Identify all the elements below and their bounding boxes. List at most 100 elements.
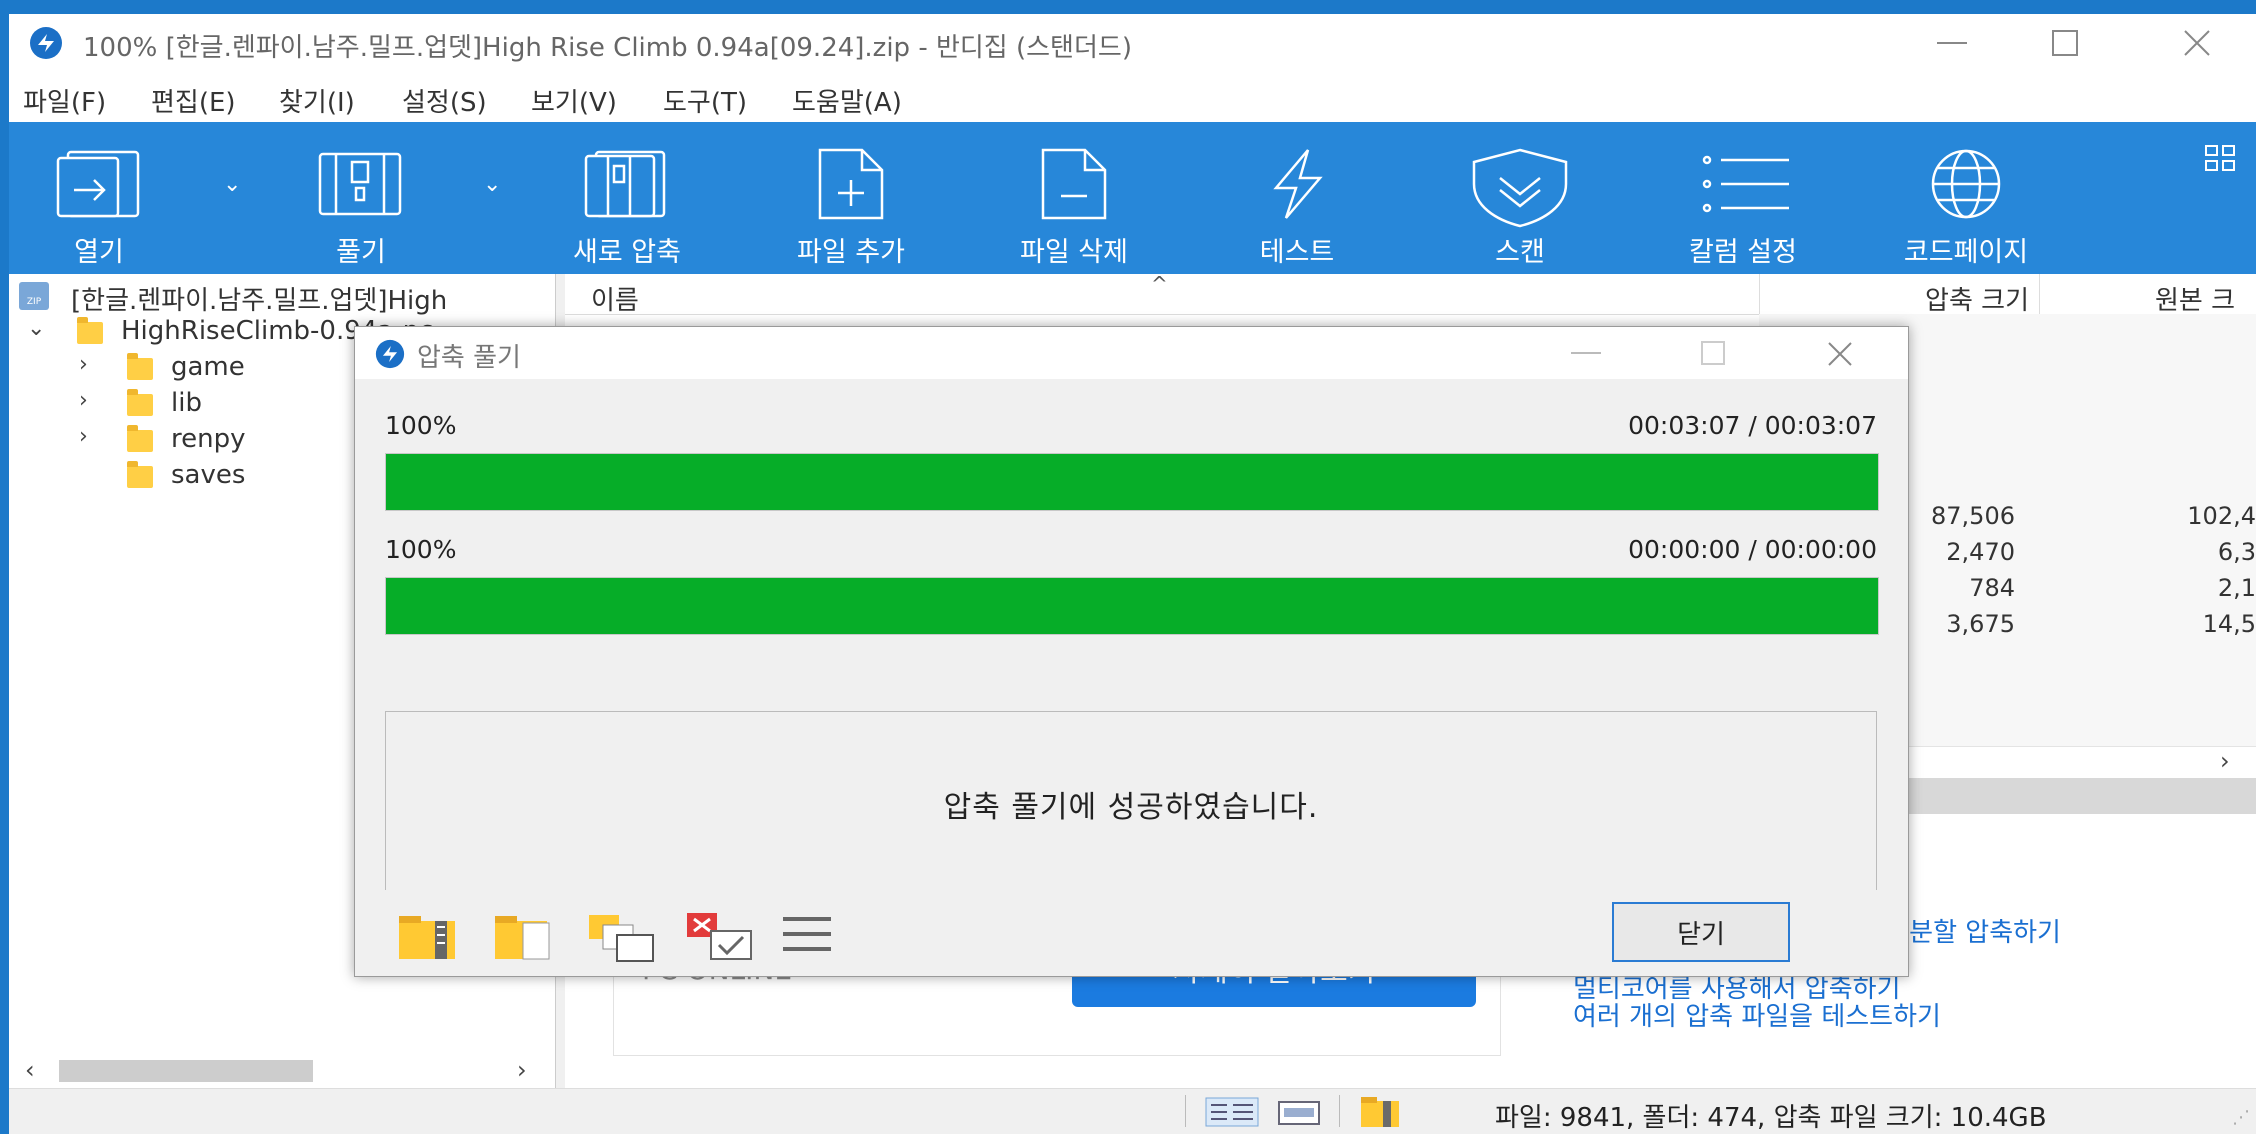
maximize-icon xyxy=(2052,30,2078,56)
status-text: 파일: 9841, 폴더: 474, 압축 파일 크기: 10.4GB xyxy=(1495,1103,2047,1133)
progress-bar-current xyxy=(385,577,1879,635)
toolbar-open-button[interactable]: 열기 xyxy=(0,122,199,274)
toolbar-new-archive-button[interactable]: 새로 압축 xyxy=(527,122,727,274)
extract-dialog: 압축 풀기 100% 00:03:07 / 00:03:07 100% 00:0… xyxy=(354,326,1909,977)
details-view-icon[interactable] xyxy=(1205,1097,1259,1127)
close-icon[interactable] xyxy=(1827,341,1853,367)
toolbar-add-file-label: 파일 추가 xyxy=(797,237,905,268)
promo-link-test-multiple[interactable]: 여러 개의 압축 파일을 테스트하기 xyxy=(1573,996,1941,1033)
archive-folder-icon[interactable] xyxy=(1359,1093,1403,1129)
expand-icon[interactable]: › xyxy=(79,424,88,449)
original-column-bg xyxy=(2039,314,2256,746)
new-archive-icon xyxy=(584,150,666,218)
menu-icon[interactable] xyxy=(781,913,833,955)
progress1-percent: 100% xyxy=(385,411,457,440)
menu-tools[interactable]: 도구(T) xyxy=(663,82,747,119)
toolbar-extract-button[interactable]: 풀기 xyxy=(261,122,461,274)
bandizip-icon xyxy=(375,339,405,369)
folder-icon xyxy=(127,353,153,380)
tree-item-label: saves xyxy=(171,460,246,490)
tree-item-label: lib xyxy=(171,388,202,418)
dialog-title-bar[interactable]: 압축 풀기 xyxy=(355,327,1908,379)
close-window-button[interactable] xyxy=(2152,14,2242,72)
toolbar-add-file-button[interactable]: 파일 추가 xyxy=(751,122,951,274)
bandizip-icon xyxy=(30,27,62,59)
scan-icon xyxy=(1472,148,1568,228)
open-dropdown-button[interactable]: ⌄ xyxy=(223,172,241,197)
minimize-icon xyxy=(1937,42,1967,44)
toolbar-scan-label: 스캔 xyxy=(1495,237,1545,268)
maximize-button[interactable] xyxy=(2020,14,2110,72)
progress-bar-total xyxy=(385,453,1879,511)
expand-icon[interactable]: › xyxy=(79,388,88,413)
progress-bar-total-fill xyxy=(386,454,1878,510)
tree-root-label: [한글.렌파이.남주.밀프.업뎃]High xyxy=(71,286,448,316)
menu-view[interactable]: 보기(V) xyxy=(531,82,617,119)
menu-file[interactable]: 파일(F) xyxy=(23,82,106,119)
copy-files-icon[interactable] xyxy=(587,911,659,963)
column-original-header[interactable]: 원본 크 xyxy=(2155,280,2235,317)
progress2-percent: 100% xyxy=(385,535,457,564)
toolbar-test-label: 테스트 xyxy=(1259,237,1335,268)
title-bar[interactable]: 100% [한글.렌파이.남주.밀프.업뎃]High Rise Climb 0.… xyxy=(9,14,2256,72)
test-icon xyxy=(1273,149,1323,219)
close-icon xyxy=(2184,30,2210,56)
folder-icon xyxy=(77,317,103,344)
codepage-icon xyxy=(1931,149,2001,219)
column-compressed-header[interactable]: 압축 크기 xyxy=(1759,280,2029,317)
list-header: 이름 ^ 압축 크기 원본 크 xyxy=(565,272,2256,317)
menu-settings[interactable]: 설정(S) xyxy=(402,82,487,119)
progress1-time: 00:03:07 / 00:03:07 xyxy=(1628,411,1877,440)
row-original-size: 14,5 xyxy=(2202,610,2256,638)
zip-file-icon: ZIP xyxy=(19,282,49,310)
menu-help[interactable]: 도움말(A) xyxy=(792,82,902,119)
add-file-icon xyxy=(818,148,884,220)
open-folder-icon[interactable] xyxy=(397,911,459,961)
collapse-icon[interactable]: ⌄ xyxy=(27,316,45,341)
window-title: 100% [한글.렌파이.남주.밀프.업뎃]High Rise Climb 0.… xyxy=(83,33,1132,63)
layout-grid-icon[interactable] xyxy=(2204,144,2236,172)
open-extracted-folder-icon[interactable] xyxy=(493,911,555,961)
dialog-close-button[interactable]: 닫기 xyxy=(1612,902,1790,962)
maximize-icon[interactable] xyxy=(1701,341,1725,365)
toolbar: 열기 ⌄ 풀기 ⌄ 새로 압축 파일 추가 파일 삭제 테스트 스캔 칼럼 설정… xyxy=(9,122,2256,274)
resize-grip-icon[interactable]: ⋰ xyxy=(2232,1107,2250,1128)
scroll-right-icon[interactable]: › xyxy=(517,1056,527,1084)
progress2-time: 00:00:00 / 00:00:00 xyxy=(1628,535,1877,564)
divider xyxy=(1339,1095,1340,1127)
preview-view-icon[interactable] xyxy=(1277,1097,1321,1127)
scrollbar-thumb[interactable] xyxy=(59,1060,313,1082)
svg-text:ZIP: ZIP xyxy=(27,297,42,307)
expand-icon[interactable]: › xyxy=(79,352,88,377)
minimize-button[interactable] xyxy=(1907,14,1997,72)
toolbar-delete-file-label: 파일 삭제 xyxy=(1020,237,1128,268)
column-settings-icon xyxy=(1702,155,1789,213)
toolbar-open-label: 열기 xyxy=(74,237,124,268)
toolbar-delete-file-button[interactable]: 파일 삭제 xyxy=(974,122,1174,274)
extract-dropdown-button[interactable]: ⌄ xyxy=(483,172,501,197)
delete-file-icon xyxy=(1041,148,1107,220)
delete-archive-check-icon[interactable] xyxy=(685,911,757,963)
toolbar-extract-label: 풀기 xyxy=(336,237,386,268)
menu-bar: 파일(F) 편집(E) 찾기(I) 설정(S) 보기(V) 도구(T) 도움말(… xyxy=(9,72,2256,122)
toolbar-test-button[interactable]: 테스트 xyxy=(1197,122,1397,274)
status-bar: 파일: 9841, 폴더: 474, 압축 파일 크기: 10.4GB ⋰ xyxy=(9,1088,2256,1134)
folder-icon xyxy=(127,461,153,488)
tree-horizontal-scrollbar[interactable]: ‹ › xyxy=(9,1054,555,1088)
menu-find[interactable]: 찾기(I) xyxy=(279,82,355,119)
folder-icon xyxy=(127,389,153,416)
divider xyxy=(1185,1095,1186,1127)
message-box: 압축 풀기에 성공하였습니다. xyxy=(385,711,1877,890)
column-name-header[interactable]: 이름 xyxy=(591,280,639,317)
scroll-right-icon[interactable]: › xyxy=(2220,747,2230,775)
scroll-left-icon[interactable]: ‹ xyxy=(25,1056,35,1084)
toolbar-scan-button[interactable]: 스캔 xyxy=(1420,122,1620,274)
tree-item-label: renpy xyxy=(171,424,246,454)
toolbar-column-settings-label: 칼럼 설정 xyxy=(1689,237,1797,268)
column-divider[interactable] xyxy=(2039,274,2040,314)
toolbar-codepage-button[interactable]: 코드페이지 xyxy=(1866,122,2066,274)
tree-root[interactable]: ZIP [한글.렌파이.남주.밀프.업뎃]High xyxy=(9,280,555,316)
menu-edit[interactable]: 편집(E) xyxy=(151,82,236,119)
toolbar-column-settings-button[interactable]: 칼럼 설정 xyxy=(1643,122,1843,274)
minimize-icon[interactable] xyxy=(1571,351,1601,355)
